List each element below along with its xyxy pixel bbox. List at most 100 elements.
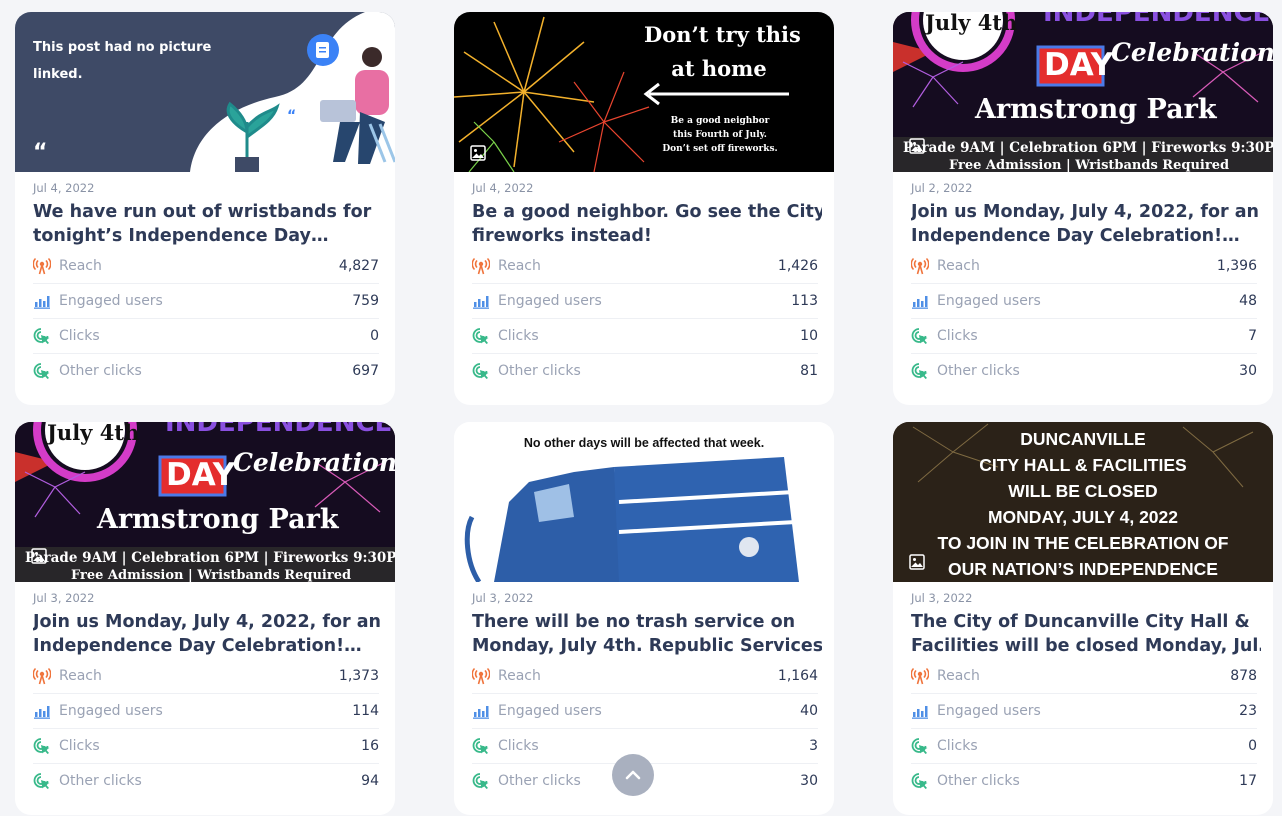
metric-label: Other clicks	[937, 772, 1020, 789]
post-title[interactable]: Be a good neighbor. Go see the City’s fi…	[472, 200, 822, 248]
post-title-line: Monday, July 4th. Republic Services…	[472, 636, 822, 656]
poster-park: Armstrong Park	[97, 504, 339, 535]
notice-line: MONDAY, JULY 4, 2022	[987, 507, 1178, 527]
placeholder-text-line: linked.	[33, 67, 83, 82]
broadcast-icon	[472, 667, 490, 685]
metric-label: Clicks	[937, 327, 978, 344]
metric-value: 16	[361, 737, 379, 754]
poster-subtext: this Fourth of July.	[673, 130, 767, 140]
post-card[interactable]: July 4th INDEPENDENCE DAY Celebration Ar…	[893, 12, 1273, 405]
post-title-line: tonight’s Independence Day…	[33, 226, 329, 246]
image-icon	[470, 145, 486, 161]
metric-value: 0	[370, 327, 379, 344]
metric-label: Clicks	[937, 737, 978, 754]
poster-schedule: Parade 9AM | Celebration 6PM | Fireworks…	[25, 550, 395, 566]
cursor-click-icon	[911, 327, 929, 345]
metric-label: Clicks	[498, 737, 539, 754]
poster-badge: July 4th	[925, 12, 1018, 35]
metric-value: 30	[1239, 362, 1257, 379]
post-placeholder-image: “ This post had no picture linked. “	[15, 12, 395, 172]
post-title[interactable]: Join us Monday, July 4, 2022, for an Ind…	[33, 610, 383, 658]
post-title-line: Independence Day Celebration!…	[33, 636, 362, 656]
cursor-click-icon	[33, 772, 51, 790]
post-image-garbage-truck: No other days will be affected that week…	[454, 422, 834, 582]
poster-banner: INDEPENDENCE	[1043, 12, 1271, 28]
poster-banner: INDEPENDENCE	[165, 422, 393, 438]
poster-admission: Free Admission | Wristbands Required	[71, 568, 352, 582]
metric-label: Engaged users	[59, 702, 163, 719]
metric-label: Other clicks	[59, 362, 142, 379]
notice-line: TO JOIN IN THE CELEBRATION OF	[937, 533, 1229, 553]
post-date: Jul 3, 2022	[472, 591, 534, 605]
notice-line: OUR NATION’S INDEPENDENCE	[948, 559, 1218, 579]
post-title[interactable]: The City of Duncanville City Hall & Faci…	[911, 610, 1261, 658]
post-title-line: Be a good neighbor. Go see the City’s	[472, 202, 822, 222]
poster-celebration: Celebration	[233, 448, 395, 477]
notice-line: CITY HALL & FACILITIES	[979, 455, 1187, 475]
poster-admission: Free Admission | Wristbands Required	[949, 158, 1230, 172]
post-card[interactable]: No other days will be affected that week…	[454, 422, 834, 815]
garbage-truck-graphic	[464, 457, 799, 582]
post-title[interactable]: There will be no trash service on Monday…	[472, 610, 822, 658]
poster-badge: July 4th	[47, 422, 140, 445]
metric-other-clicks: Other clicks 17	[911, 763, 1257, 798]
post-title-line: We have run out of wristbands for	[33, 202, 372, 222]
post-date: Jul 2, 2022	[911, 181, 973, 195]
metric-value: 759	[352, 292, 379, 309]
post-card[interactable]: “ This post had no picture linked. “ Jul…	[15, 12, 395, 405]
metric-label: Other clicks	[498, 362, 581, 379]
broadcast-icon	[472, 257, 490, 275]
metric-label: Reach	[937, 667, 980, 684]
image-icon	[909, 554, 925, 570]
metric-value: 1,426	[777, 257, 818, 274]
post-card[interactable]: July 4th INDEPENDENCE DAY Celebration Ar…	[15, 422, 395, 815]
post-title-line: Join us Monday, July 4, 2022, for an	[33, 612, 381, 632]
metric-reach: Reach 1,373	[33, 658, 379, 694]
metric-other-clicks: Other clicks 30	[911, 353, 1257, 388]
metric-value: 697	[352, 362, 379, 379]
metric-value: 94	[361, 772, 379, 789]
scroll-to-top-button[interactable]	[612, 754, 654, 796]
poster-subtext: Be a good neighbor	[670, 116, 770, 126]
metric-label: Other clicks	[937, 362, 1020, 379]
metric-other-clicks: Other clicks 697	[33, 353, 379, 388]
post-card[interactable]: DUNCANVILLE CITY HALL & FACILITIES WILL …	[893, 422, 1273, 815]
cursor-click-icon	[33, 327, 51, 345]
metric-label: Reach	[59, 667, 102, 684]
metric-label: Clicks	[498, 327, 539, 344]
bar-chart-icon	[911, 702, 929, 720]
metric-value: 7	[1248, 327, 1257, 344]
post-image-fireworks: Don’t try this at home Be a good neighbo…	[454, 12, 834, 172]
broadcast-icon	[33, 667, 51, 685]
post-image-independence-day: July 4th INDEPENDENCE DAY Celebration Ar…	[893, 12, 1273, 172]
post-date: Jul 4, 2022	[33, 181, 95, 195]
metric-label: Reach	[59, 257, 102, 274]
metric-label: Other clicks	[59, 772, 142, 789]
post-title[interactable]: We have run out of wristbands for tonigh…	[33, 200, 383, 248]
metric-reach: Reach 878	[911, 658, 1257, 694]
metric-engaged-users: Engaged users 40	[472, 693, 818, 729]
metric-reach: Reach 4,827	[33, 248, 379, 284]
cursor-click-icon	[33, 362, 51, 380]
post-card[interactable]: Don’t try this at home Be a good neighbo…	[454, 12, 834, 405]
metric-value: 81	[800, 362, 818, 379]
metric-label: Engaged users	[59, 292, 163, 309]
metric-label: Engaged users	[498, 702, 602, 719]
cursor-click-icon	[911, 362, 929, 380]
post-title[interactable]: Join us Monday, July 4, 2022, for an Ind…	[911, 200, 1261, 248]
poster-schedule: Parade 9AM | Celebration 6PM | Fireworks…	[903, 140, 1273, 156]
metric-reach: Reach 1,396	[911, 248, 1257, 284]
notice-line: DUNCANVILLE	[1020, 429, 1146, 449]
metric-clicks: Clicks 16	[33, 728, 379, 764]
metric-value: 40	[800, 702, 818, 719]
metric-label: Reach	[498, 667, 541, 684]
metric-value: 10	[800, 327, 818, 344]
metric-value: 4,827	[338, 257, 379, 274]
cursor-click-icon	[472, 772, 490, 790]
metric-other-clicks: Other clicks 94	[33, 763, 379, 798]
poster-heading: Don’t try this	[644, 22, 801, 47]
notice-line: WILL BE CLOSED	[1008, 481, 1158, 501]
image-icon	[909, 138, 925, 154]
metric-engaged-users: Engaged users 759	[33, 283, 379, 319]
cursor-click-icon	[33, 737, 51, 755]
